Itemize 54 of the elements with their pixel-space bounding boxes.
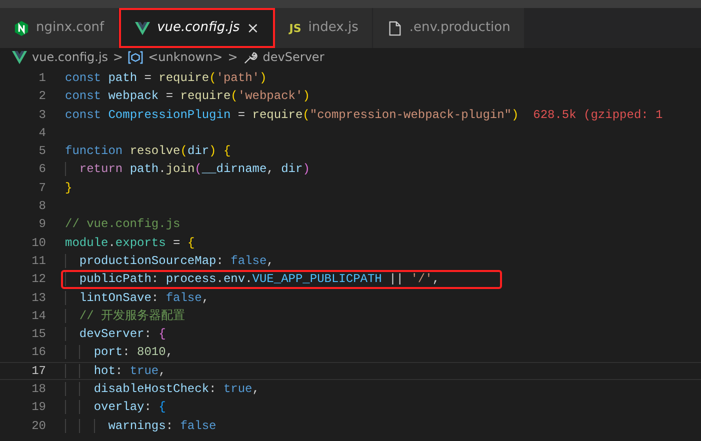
code-line: }: [65, 180, 72, 197]
line-number: 12: [30, 271, 46, 288]
line-number: 7: [38, 180, 46, 197]
line-number: 2: [38, 88, 46, 106]
editor-tab[interactable]: nginx.conf: [0, 8, 120, 48]
wrench-icon: [242, 50, 258, 64]
breadcrumb-separator: >: [228, 49, 238, 66]
line-number: 1: [38, 70, 46, 87]
vue-logo-icon: [12, 50, 27, 64]
line-number: 8: [38, 198, 46, 216]
js-file-icon: JS: [289, 22, 302, 34]
breadcrumb-item[interactable]: devServer: [262, 48, 324, 66]
code-line: overlay: {: [65, 398, 166, 417]
code-line: disableHostCheck: true,: [65, 380, 260, 398]
code-line: const path = require('path'): [65, 70, 267, 87]
line-number: 19: [30, 399, 46, 416]
code-line: lintOnSave: false,: [65, 288, 210, 307]
breadcrumb-item[interactable]: vue.config.js: [32, 48, 108, 66]
line-number: 15: [30, 326, 46, 344]
breadcrumb-separator: >: [113, 49, 124, 66]
module-icon: [128, 50, 144, 64]
code-line: port: 8010,: [65, 343, 174, 362]
line-number: 5: [38, 143, 46, 160]
close-icon[interactable]: ×: [246, 20, 260, 36]
editor-tab[interactable]: JS index.js: [275, 8, 374, 48]
line-number: 9: [38, 216, 46, 234]
file-icon: [387, 20, 402, 36]
line-number: 6: [38, 161, 46, 178]
line-number: 10: [30, 234, 46, 252]
line-number: 3: [38, 106, 46, 124]
line-number: 11: [30, 252, 46, 270]
line-number: 20: [30, 418, 46, 435]
line-number: 14: [30, 308, 46, 325]
editor-tab[interactable]: vue.config.js ×: [119, 8, 276, 48]
nginx-logo-icon: [14, 20, 29, 36]
code-line: // 开发服务器配置: [65, 306, 186, 326]
vue-logo-icon: [135, 20, 150, 36]
line-number: 4: [38, 124, 46, 142]
code-line: const webpack = require('webpack'): [65, 88, 310, 106]
code-line: // vue.config.js: [65, 216, 180, 234]
code-line: function resolve(dir) {: [65, 143, 231, 160]
code-line: productionSourceMap: false,: [65, 252, 274, 270]
editor-tab[interactable]: .env.production: [373, 8, 526, 48]
code-line: const CompressionPlugin = require("compression-webpack-plugin") 628.5k (gzipped: 1: [65, 106, 663, 124]
line-number: 17: [30, 362, 46, 380]
line-number: 13: [30, 290, 46, 307]
line-number: 18: [30, 381, 46, 398]
code-line: warnings: false: [65, 416, 216, 435]
code-line: return path.join(__dirname, dir): [65, 160, 310, 179]
breadcrumb-item[interactable]: <unknown>: [148, 48, 223, 66]
code-line: hot: true,: [65, 362, 166, 380]
code-line: module.exports = {: [65, 234, 195, 252]
line-number: 16: [30, 344, 46, 362]
code-line: devServer: {: [65, 325, 166, 344]
